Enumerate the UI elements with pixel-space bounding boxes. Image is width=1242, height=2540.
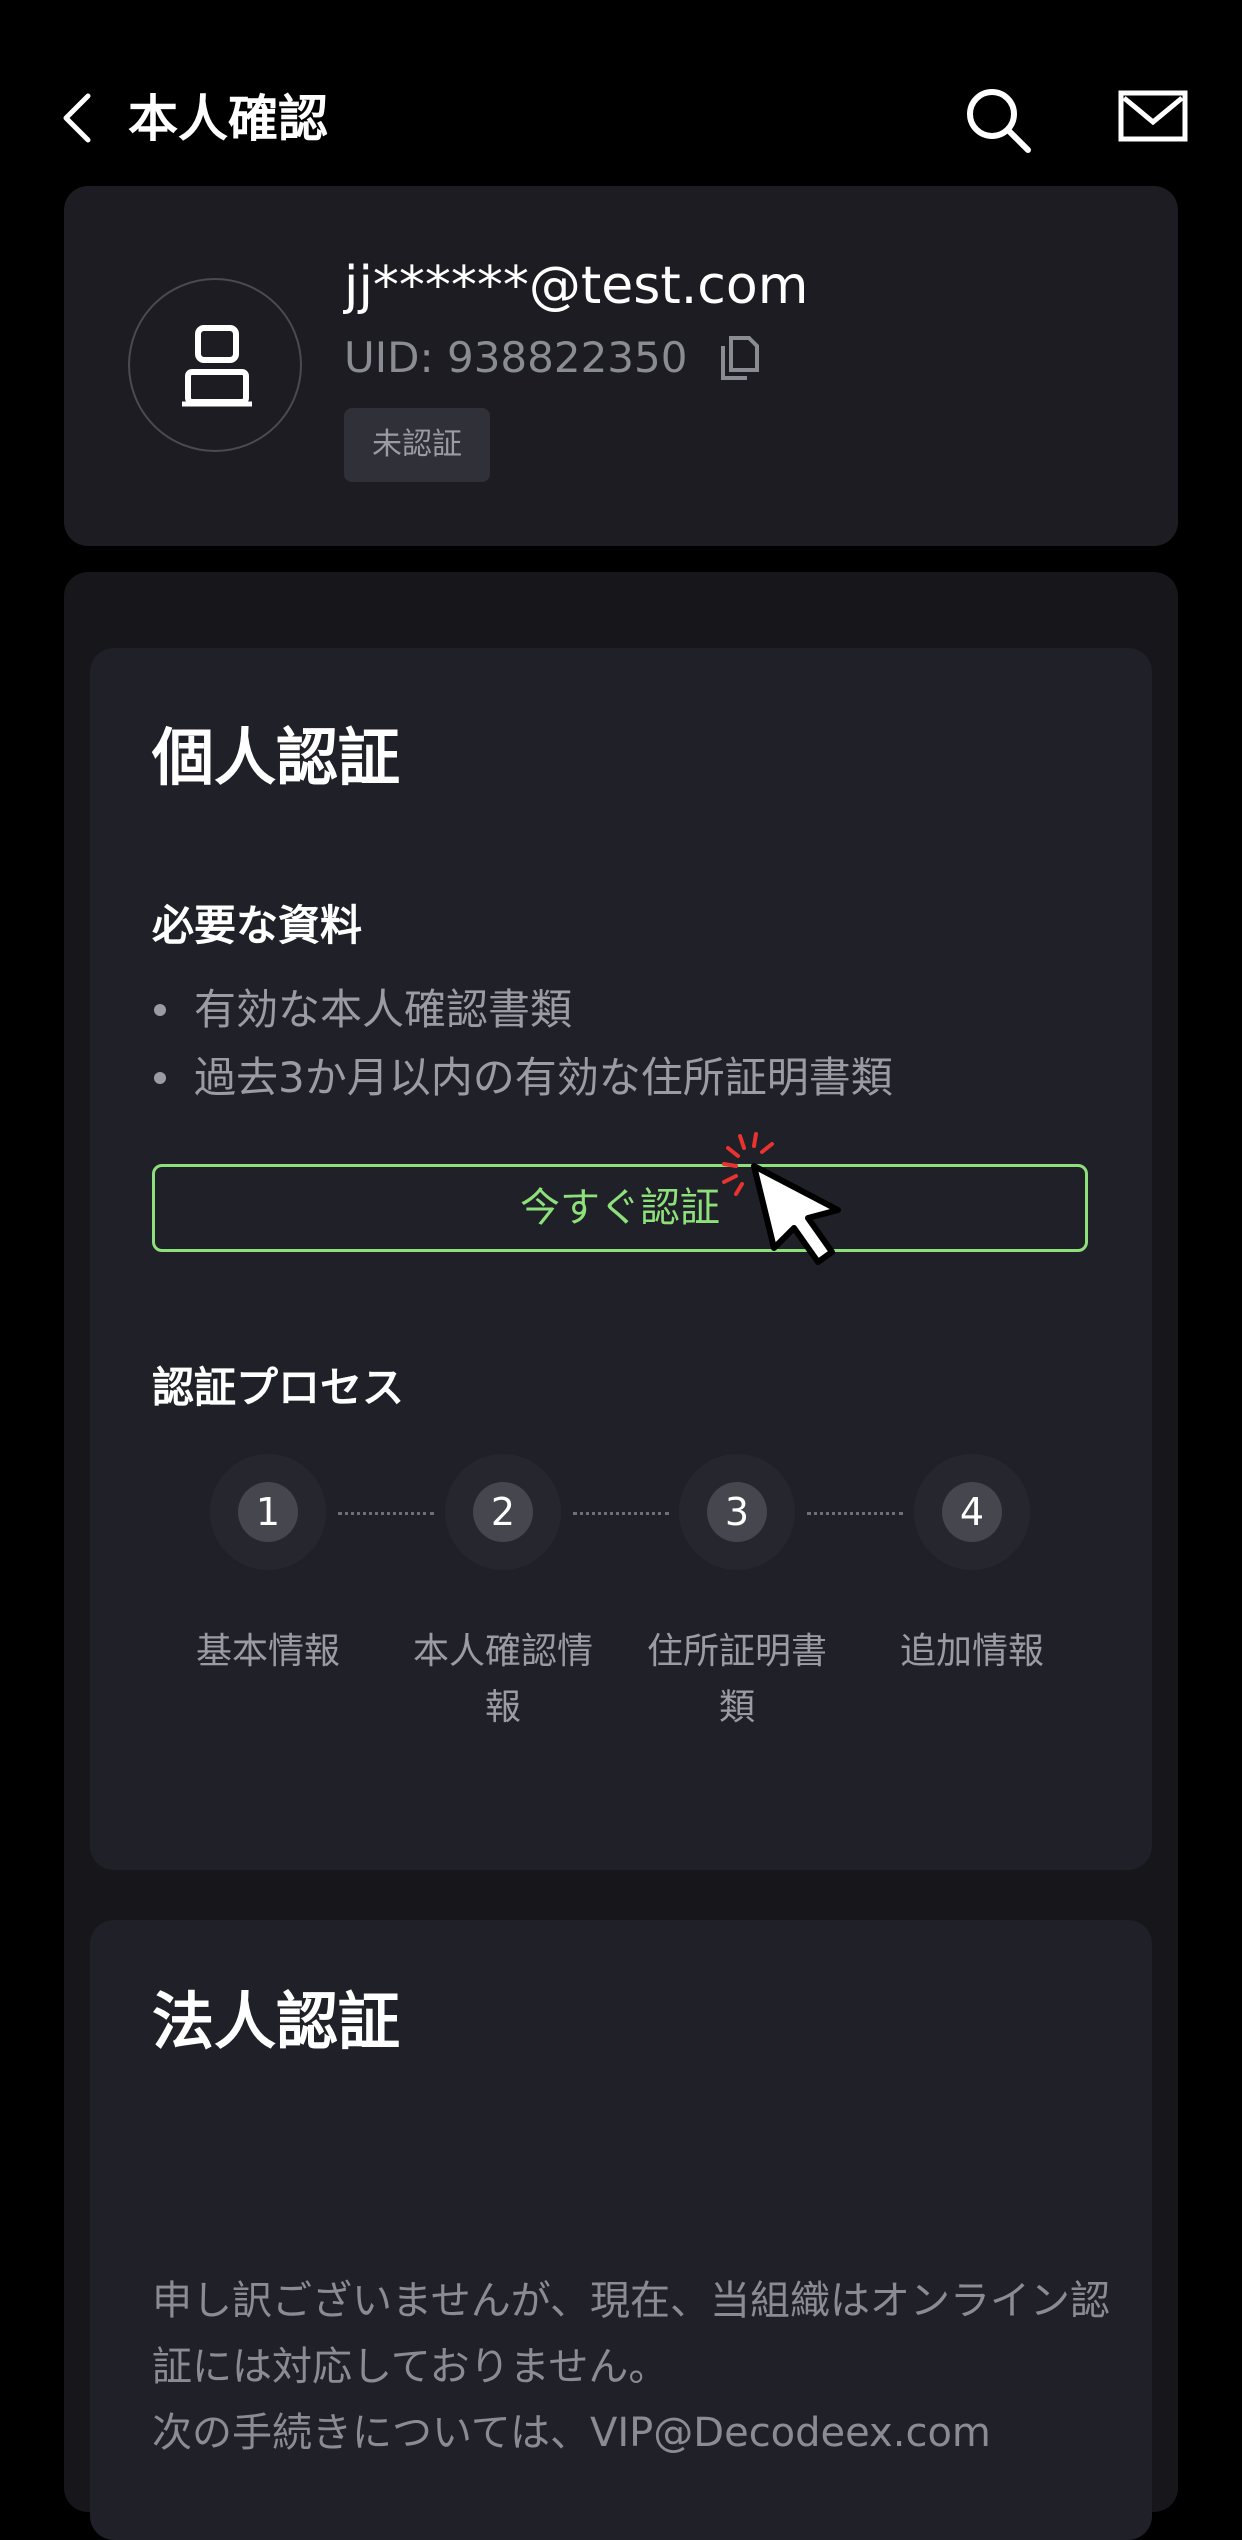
- personal-verification-card: 個人認証 必要な資料 有効な本人確認書類 過去3か月以内の有効な住所証明書類 今…: [90, 648, 1152, 1870]
- back-arrow-icon[interactable]: [58, 90, 98, 146]
- list-item-text: 有効な本人確認書類: [194, 985, 573, 1034]
- step-label: 本人確認情報: [412, 1631, 593, 1728]
- corporate-title: 法人認証: [152, 1985, 401, 2058]
- user-icon: [182, 325, 252, 407]
- step-label: 住所証明書類: [646, 1631, 827, 1728]
- mail-icon[interactable]: [1118, 90, 1188, 142]
- required-documents-heading: 必要な資料: [152, 901, 363, 950]
- step-2: 2: [445, 1454, 561, 1570]
- required-documents-list: 有効な本人確認書類 過去3か月以内の有効な住所証明書類: [152, 976, 893, 1112]
- list-item-text: 過去3か月以内の有効な住所証明書類: [194, 1053, 893, 1102]
- step-label: 追加情報: [899, 1631, 1044, 1672]
- bullet-icon: [154, 1072, 166, 1084]
- step-connector: [573, 1512, 669, 1515]
- search-icon[interactable]: [962, 84, 1034, 156]
- top-bar: 本人確認: [0, 60, 1242, 170]
- list-item: 過去3か月以内の有効な住所証明書類: [152, 1044, 893, 1112]
- process-steps: 1 2 3 4: [152, 1454, 1088, 1574]
- step-1: 1: [210, 1454, 326, 1570]
- process-heading: 認証プロセス: [152, 1363, 405, 1412]
- avatar: [128, 278, 302, 452]
- step-number: 2: [473, 1482, 533, 1542]
- step-number: 1: [238, 1482, 298, 1542]
- uid-row: UID: 938822350: [344, 332, 760, 384]
- step-number: 3: [707, 1482, 767, 1542]
- bullet-icon: [154, 1004, 166, 1016]
- corporate-verification-card: 法人認証 申し訳ございませんが、現在、当組織はオンライン認証には対応しておりませ…: [90, 1920, 1152, 2540]
- profile-card: jj******@test.com UID: 938822350 未認証: [64, 186, 1178, 546]
- user-email: jj******@test.com: [344, 256, 809, 316]
- step-label: 基本情報: [195, 1631, 340, 1672]
- personal-title: 個人認証: [152, 721, 401, 794]
- step-3: 3: [679, 1454, 795, 1570]
- status-badge: 未認証: [344, 408, 490, 482]
- copy-icon[interactable]: [719, 334, 760, 382]
- step-number: 4: [942, 1482, 1002, 1542]
- cursor-pointer-icon: [722, 1132, 841, 1265]
- page-title: 本人確認: [128, 90, 328, 148]
- verify-now-button[interactable]: 今すぐ認証: [152, 1164, 1088, 1252]
- uid-text: UID: 938822350: [344, 333, 688, 382]
- notice-line: 申し訳ございませんが、現在、当組織はオンライン認証には対応しておりません。: [152, 2278, 1110, 2390]
- step-connector: [807, 1512, 903, 1515]
- notice-line: 次の手続きについては、VIP@Decodeex.com: [152, 2410, 991, 2456]
- step-connector: [338, 1512, 434, 1515]
- list-item: 有効な本人確認書類: [152, 976, 893, 1044]
- verification-panel: 個人認証 必要な資料 有効な本人確認書類 過去3か月以内の有効な住所証明書類 今…: [64, 572, 1178, 2540]
- step-4: 4: [914, 1454, 1030, 1570]
- corporate-notice: 申し訳ございませんが、現在、当組織はオンライン認証には対応しておりません。 次の…: [152, 2268, 1112, 2466]
